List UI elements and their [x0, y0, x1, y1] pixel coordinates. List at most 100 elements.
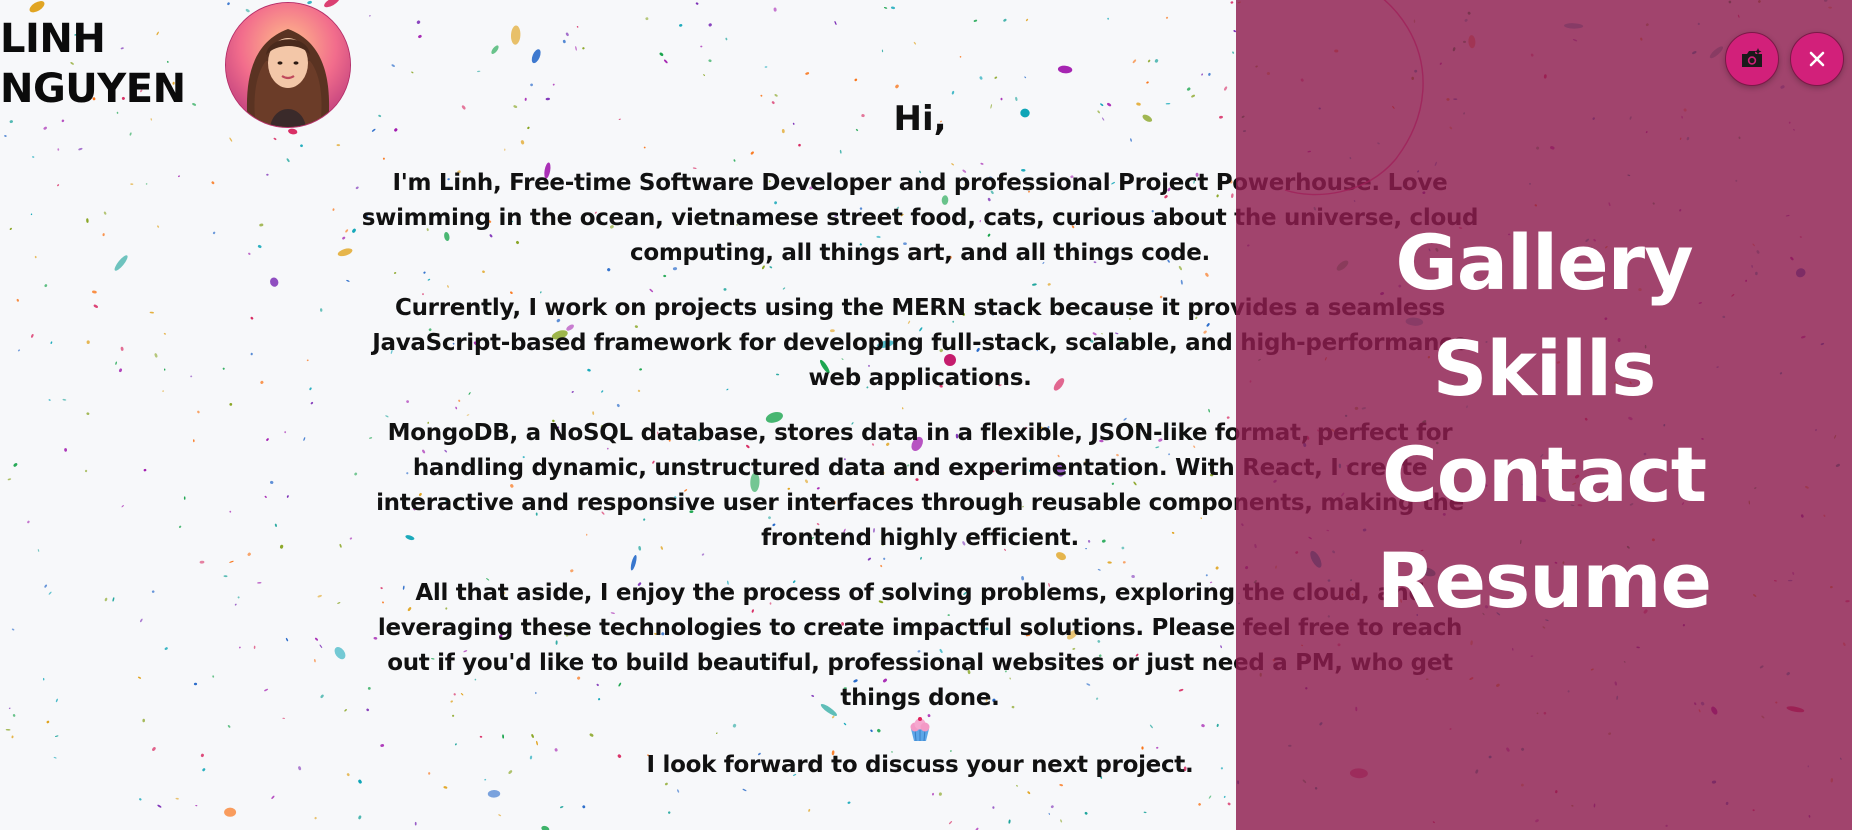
confetti-particle: [253, 645, 256, 649]
confetti-particle: [342, 236, 346, 240]
confetti-particle: [973, 19, 978, 22]
confetti-particle: [42, 677, 45, 681]
confetti-particle: [92, 290, 97, 294]
confetti-particle: [477, 70, 481, 73]
confetti-particle: [1146, 81, 1149, 84]
confetti-particle: [1057, 65, 1073, 74]
confetti-particle: [854, 78, 858, 82]
confetti-particle: [310, 401, 314, 405]
confetti-particle: [355, 186, 359, 190]
confetti-particle: [143, 468, 147, 472]
confetti-particle: [1165, 16, 1169, 19]
confetti-particle: [12, 714, 16, 717]
confetti-particle: [270, 277, 279, 287]
confetti-particle: [130, 183, 134, 185]
menu-item: Resume: [1236, 528, 1852, 634]
confetti-particle: [86, 412, 90, 415]
confetti-particle: [336, 144, 341, 147]
menu-link-contact[interactable]: Contact: [1382, 422, 1707, 528]
confetti-particle: [582, 47, 585, 50]
confetti-particle: [1050, 805, 1054, 809]
add-photo-camera-icon: [1742, 48, 1762, 67]
confetti-particle: [541, 825, 550, 830]
cupcake-icon: [910, 717, 930, 742]
camera-button[interactable]: [1725, 32, 1779, 86]
site-name[interactable]: LINH NGUYEN: [0, 14, 186, 114]
confetti-particle: [157, 804, 162, 808]
confetti-particle: [4, 135, 7, 137]
confetti-particle: [9, 227, 12, 230]
confetti-particle: [418, 34, 422, 39]
menu-item: Contact: [1236, 422, 1852, 528]
confetti-particle: [5, 729, 11, 731]
confetti-particle: [202, 768, 206, 772]
confetti-particle: [250, 316, 254, 320]
close-button[interactable]: [1790, 32, 1844, 86]
menu-link-resume[interactable]: Resume: [1377, 528, 1712, 634]
confetti-particle: [317, 594, 322, 598]
confetti-particle: [17, 349, 21, 352]
confetti-particle: [197, 410, 200, 414]
confetti-particle: [224, 807, 237, 817]
confetti-particle: [64, 448, 68, 452]
confetti-particle: [250, 352, 253, 356]
confetti-particle: [344, 709, 347, 712]
menu-link-gallery[interactable]: Gallery: [1395, 210, 1693, 316]
confetti-particle: [959, 56, 962, 58]
confetti-particle: [890, 6, 896, 10]
menu-link-skills[interactable]: Skills: [1433, 316, 1657, 422]
confetti-particle: [575, 46, 577, 51]
confetti-particle: [8, 707, 11, 710]
confetti-particle: [491, 45, 499, 54]
confetti-particle: [345, 229, 349, 233]
page: LINH NGUYEN Hi, I'm Linh, Free-time Soft…: [0, 0, 1852, 830]
confetti-particle: [121, 505, 124, 508]
confetti-particle: [334, 646, 346, 660]
confetti-particle: [358, 815, 362, 820]
confetti-particle: [266, 173, 269, 176]
confetti-particle: [285, 637, 289, 642]
confetti-particle: [32, 156, 35, 158]
confetti-particle: [645, 17, 649, 21]
confetti-particle: [1132, 59, 1137, 64]
confetti-particle: [847, 801, 851, 804]
confetti-particle: [266, 438, 269, 441]
confetti-particle: [1227, 802, 1231, 806]
confetti-particle: [932, 792, 934, 796]
confetti-particle: [1223, 795, 1226, 798]
confetti-particle: [1024, 76, 1027, 79]
confetti-particle: [46, 720, 50, 724]
confetti-particle: [164, 647, 168, 650]
confetti-particle: [54, 735, 59, 737]
confetti-particle: [16, 298, 19, 302]
confetti-particle: [57, 148, 60, 151]
confetti-particle: [708, 23, 712, 27]
confetti-particle: [84, 469, 88, 473]
confetti-particle: [274, 523, 277, 527]
confetti-particle: [237, 596, 240, 599]
brand-last-name: NGUYEN: [0, 66, 186, 112]
confetti-particle: [192, 439, 195, 443]
confetti-particle: [264, 495, 267, 498]
confetti-particle: [391, 64, 395, 67]
confetti-particle: [212, 231, 216, 235]
confetti-particle: [309, 387, 312, 391]
confetti-particle: [157, 225, 160, 228]
confetti-particle: [139, 798, 142, 801]
confetti-particle: [62, 398, 67, 401]
confetti-particle: [552, 83, 555, 86]
confetti-particle: [677, 789, 680, 793]
confetti-particle: [1016, 784, 1018, 787]
confetti-particle: [229, 560, 234, 563]
confetti-particle: [178, 525, 182, 528]
confetti-particle: [247, 552, 251, 556]
confetti-particle: [102, 233, 105, 237]
confetti-particle: [1084, 811, 1088, 815]
confetti-particle: [565, 32, 569, 37]
confetti-particle: [411, 71, 414, 74]
confetti-particle: [86, 218, 89, 223]
confetti-particle: [913, 41, 917, 45]
confetti-particle: [55, 698, 58, 703]
confetti-particle: [531, 49, 541, 64]
confetti-particle: [764, 66, 768, 68]
